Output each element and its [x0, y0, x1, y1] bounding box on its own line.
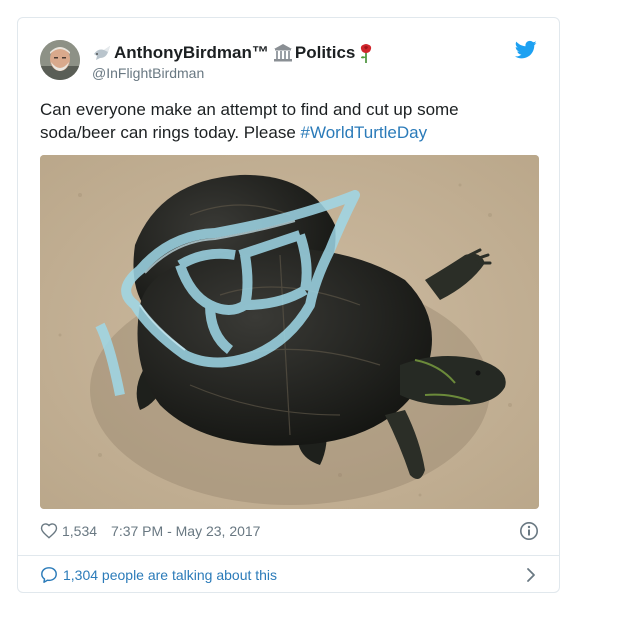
- tweet-meta: 1,534 7:37 PM - May 23, 2017: [40, 519, 539, 543]
- tweet-text: Can everyone make an attempt to find and…: [40, 98, 520, 144]
- divider: [18, 555, 559, 556]
- conversation-link[interactable]: 1,304 people are talking about this: [40, 563, 539, 587]
- timestamp[interactable]: 7:37 PM - May 23, 2017: [111, 523, 260, 539]
- chevron-right-icon[interactable]: [525, 567, 537, 583]
- display-name-row[interactable]: AnthonyBirdman™ Politics: [92, 42, 374, 64]
- hashtag-link[interactable]: #WorldTurtleDay: [301, 123, 428, 142]
- info-icon[interactable]: [519, 521, 539, 541]
- twitter-bird-icon[interactable]: [515, 40, 537, 60]
- tweet-card[interactable]: AnthonyBirdman™ Politics @InFlightBirdma…: [17, 17, 560, 593]
- speech-bubble-icon: [41, 567, 57, 583]
- like-count[interactable]: 1,534: [62, 523, 97, 539]
- heart-icon[interactable]: [40, 522, 58, 540]
- display-name[interactable]: AnthonyBirdman™: [114, 43, 269, 63]
- dove-emoji-icon: [94, 46, 110, 60]
- handle[interactable]: @InFlightBirdman: [92, 65, 204, 81]
- tweet-image[interactable]: [40, 155, 539, 509]
- rose-emoji-icon: [361, 44, 372, 63]
- talking-count[interactable]: 1,304 people are talking about this: [63, 567, 277, 583]
- classical-building-emoji-icon: [273, 44, 292, 62]
- display-name-category[interactable]: Politics: [295, 43, 355, 63]
- avatar[interactable]: [40, 40, 80, 80]
